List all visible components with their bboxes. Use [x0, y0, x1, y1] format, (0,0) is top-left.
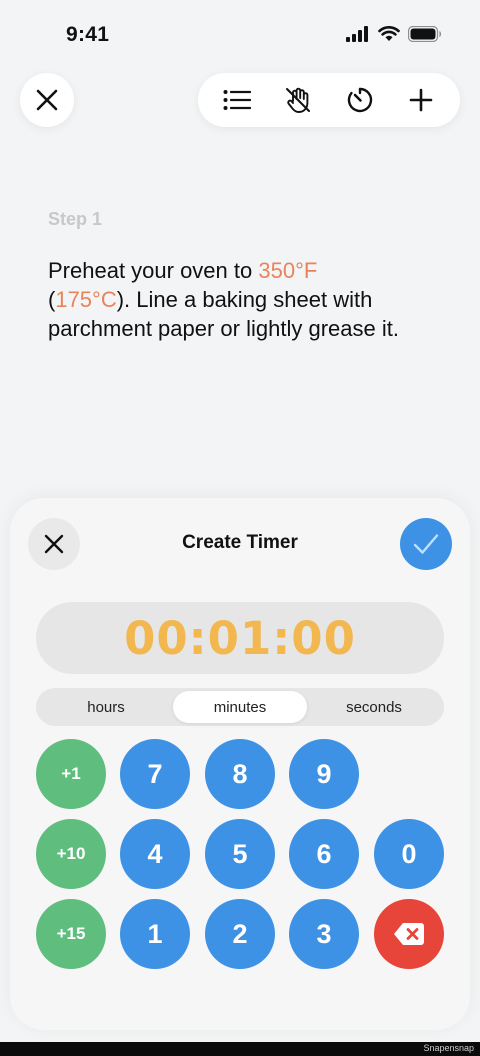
- step-label: Step 1: [48, 209, 103, 229]
- timer-button[interactable]: [335, 75, 385, 125]
- temperature-celsius[interactable]: 175°C: [55, 287, 116, 312]
- backspace-key[interactable]: [374, 899, 444, 969]
- step-text-part: Preheat your oven to: [48, 258, 259, 283]
- wifi-icon: [378, 26, 400, 41]
- digit-4-key[interactable]: 4: [120, 819, 190, 889]
- close-button[interactable]: [20, 73, 74, 127]
- add-button[interactable]: [396, 75, 446, 125]
- add-15-key[interactable]: +15: [36, 899, 106, 969]
- add-1-key[interactable]: +1: [36, 739, 106, 809]
- status-icons: [346, 26, 442, 42]
- timer-confirm-button[interactable]: [400, 518, 452, 570]
- plus-icon: [409, 88, 433, 112]
- digit-2-key[interactable]: 2: [205, 899, 275, 969]
- add-10-key[interactable]: +10: [36, 819, 106, 889]
- battery-icon: [408, 26, 442, 42]
- create-timer-sheet: Create Timer 00:01:00 hours minutes seco…: [10, 498, 470, 1030]
- digit-1-key[interactable]: 1: [120, 899, 190, 969]
- list-icon: [223, 90, 251, 110]
- status-bar: 9:41: [0, 0, 480, 72]
- digit-5-key[interactable]: 5: [205, 819, 275, 889]
- segment-minutes[interactable]: minutes: [173, 691, 307, 723]
- timer-display: 00:01:00: [36, 602, 444, 674]
- digit-6-key[interactable]: 6: [289, 819, 359, 889]
- digit-7-key[interactable]: 7: [120, 739, 190, 809]
- hand-off-icon: [286, 87, 311, 113]
- ingredients-list-button[interactable]: [212, 75, 262, 125]
- watermark-bar: Snapensnap: [0, 1042, 480, 1056]
- close-icon: [36, 89, 58, 111]
- unit-segmented-control: hours minutes seconds: [36, 688, 444, 726]
- digit-0-key[interactable]: 0: [374, 819, 444, 889]
- status-time: 9:41: [66, 23, 110, 46]
- digit-9-key[interactable]: 9: [289, 739, 359, 809]
- timer-icon: [347, 87, 372, 113]
- timer-value: 00:01:00: [124, 611, 356, 665]
- backspace-icon: [394, 923, 424, 945]
- cellular-signal-icon: [346, 26, 368, 42]
- digit-8-key[interactable]: 8: [205, 739, 275, 809]
- watermark-text: Snapensnap: [423, 1043, 474, 1053]
- segment-hours[interactable]: hours: [39, 691, 173, 723]
- digit-3-key[interactable]: 3: [289, 899, 359, 969]
- step-instruction: Preheat your oven to 350°F (175°C). Line …: [48, 256, 448, 343]
- hands-free-button[interactable]: [273, 75, 323, 125]
- segment-seconds[interactable]: seconds: [307, 691, 441, 723]
- checkmark-icon: [413, 534, 439, 554]
- top-toolbar: [198, 73, 460, 127]
- temperature-fahrenheit[interactable]: 350°F: [258, 258, 317, 283]
